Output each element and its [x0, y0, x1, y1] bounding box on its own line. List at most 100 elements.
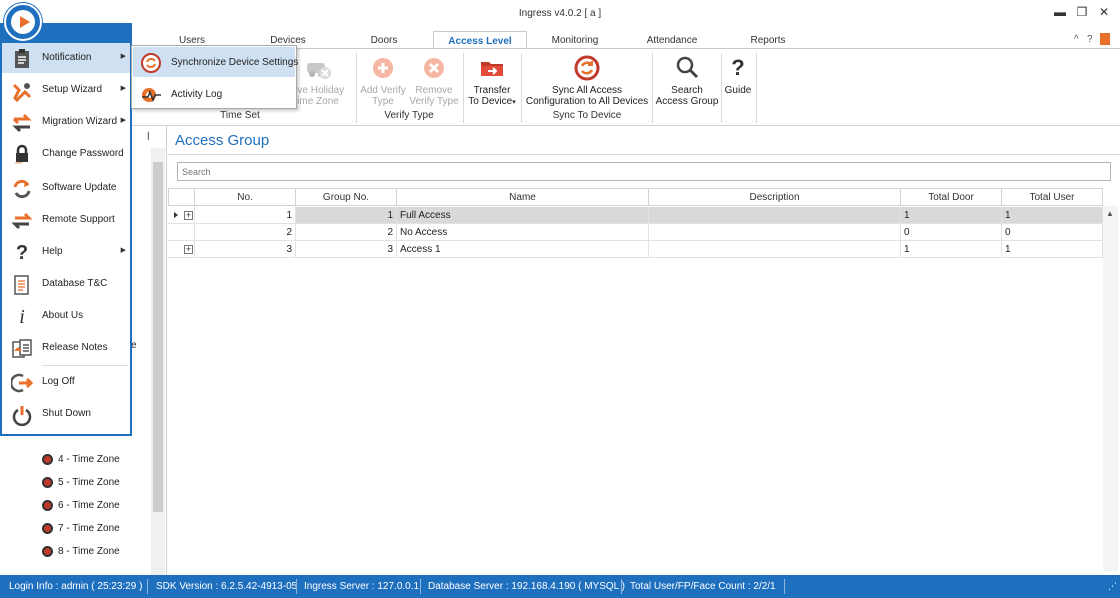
time-zone-item[interactable]: 5 - Time Zone: [42, 475, 120, 491]
time-zone-item[interactable]: 8 - Time Zone: [42, 544, 120, 560]
time-zone-label: 7 - Time Zone: [58, 523, 120, 534]
menu-item-notification[interactable]: Notification ▶: [2, 43, 130, 73]
cell-group-no: 3: [296, 241, 397, 258]
menu-item-remote-support[interactable]: Remote Support: [2, 205, 130, 235]
sync-icon: [140, 52, 162, 74]
menu-item-shut-down[interactable]: Shut Down: [2, 399, 130, 429]
tab-attendance[interactable]: Attendance: [632, 31, 712, 49]
table-row[interactable]: 2 2 No Access 0 0: [168, 224, 1103, 241]
row-header[interactable]: +: [168, 207, 195, 224]
cell-group-no: 2: [296, 224, 397, 241]
status-separator: [296, 579, 297, 594]
expand-icon[interactable]: +: [184, 245, 193, 254]
submenu-arrow-icon: ▶: [120, 247, 126, 254]
cell-no: 3: [195, 241, 296, 258]
menu-item-software-update[interactable]: Software Update: [2, 173, 130, 203]
svg-text:***: ***: [15, 162, 23, 166]
logoff-icon: [9, 372, 34, 394]
clock-icon: [42, 499, 53, 511]
question-mark-icon: ?: [731, 55, 745, 80]
sdk-version: SDK Version : 6.2.5.42-4913-05: [156, 581, 298, 592]
sync-icon: [573, 54, 601, 82]
current-row-indicator-icon: [174, 212, 178, 218]
table-row[interactable]: + 3 3 Access 1 1 1: [168, 241, 1103, 258]
group-separator: [521, 53, 522, 123]
submenu-item-synchronize-device-settings[interactable]: Synchronize Device Settings: [133, 47, 298, 77]
clipboard-icon: [11, 48, 33, 70]
submenu-arrow-icon: ▶: [120, 117, 126, 124]
menu-item-about-us[interactable]: i About Us: [2, 301, 130, 331]
office-icon[interactable]: [1100, 33, 1110, 45]
collapse-ribbon-icon[interactable]: ^: [1074, 34, 1079, 45]
time-zone-item[interactable]: 6 - Time Zone: [42, 498, 120, 514]
restore-button[interactable]: ❐: [1072, 3, 1092, 21]
notification-submenu: Synchronize Device Settings Activity Log: [131, 45, 298, 109]
remove-verify-label-1: Remove: [415, 85, 453, 96]
row-header[interactable]: +: [168, 241, 195, 258]
tab-monitoring[interactable]: Monitoring: [535, 31, 615, 49]
cell-description: [649, 207, 901, 224]
search-label-2: Access Group: [655, 96, 719, 107]
menu-item-release-notes[interactable]: Release Notes: [2, 333, 130, 363]
scroll-up-icon[interactable]: ▲: [1106, 209, 1114, 218]
time-zone-label: 8 - Time Zone: [58, 546, 120, 557]
column-header-total-user[interactable]: Total User: [1002, 188, 1103, 206]
left-panel-scrollbar[interactable]: [151, 148, 165, 575]
add-verify-type-button[interactable]: Add Verify Type: [358, 49, 408, 107]
search-access-group-button[interactable]: Search Access Group: [654, 49, 720, 107]
sync-all-access-button[interactable]: Sync All Access Configuration to All Dev…: [523, 49, 651, 107]
close-button[interactable]: ✕: [1094, 3, 1114, 21]
tab-reports[interactable]: Reports: [735, 31, 801, 49]
transfer-to-device-button[interactable]: Transfer To Device▾: [465, 49, 519, 108]
left-panel-scroll-thumb[interactable]: [153, 162, 163, 512]
time-zone-item[interactable]: 7 - Time Zone: [42, 521, 120, 537]
cell-name: No Access: [397, 224, 649, 241]
menu-item-log-off[interactable]: Log Off: [2, 367, 130, 397]
remove-verify-type-button[interactable]: Remove Verify Type: [408, 49, 460, 107]
table-scrollbar[interactable]: ▲: [1103, 206, 1118, 571]
menu-item-change-password[interactable]: *** Change Password: [2, 139, 130, 169]
table-row[interactable]: + 1 1 Full Access 1 1: [168, 207, 1103, 224]
column-header-total-door[interactable]: Total Door: [901, 188, 1002, 206]
menu-item-help[interactable]: ? Help ▶: [2, 237, 130, 267]
guide-button[interactable]: ? Guide: [722, 49, 754, 96]
pin-icon[interactable]: ꟾ: [147, 132, 150, 143]
minimize-button[interactable]: ▬: [1050, 3, 1070, 21]
resize-grip-icon[interactable]: ⋰: [1108, 581, 1117, 592]
menu-item-migration-wizard[interactable]: Migration Wizard ▶: [2, 107, 130, 137]
menu-divider: [42, 365, 128, 366]
column-header-name[interactable]: Name: [397, 188, 649, 206]
row-header[interactable]: [168, 224, 195, 241]
notes-icon: [11, 338, 33, 360]
status-bar: Login Info : admin ( 25:23:29 ) SDK Vers…: [0, 575, 1120, 598]
menu-item-database-tc[interactable]: Database T&C: [2, 269, 130, 299]
menu-item-setup-wizard[interactable]: Setup Wizard ▶: [2, 75, 130, 105]
window-title: Ingress v4.0.2 [ a ]: [518, 8, 602, 19]
cell-total-user: 0: [1002, 224, 1103, 241]
submenu-item-activity-log[interactable]: Activity Log: [133, 79, 295, 109]
search-input[interactable]: [177, 162, 1111, 181]
tab-doors[interactable]: Doors: [354, 31, 414, 49]
column-header-group-no[interactable]: Group No.: [296, 188, 397, 206]
transfer-label-2: To Device▾: [465, 96, 519, 108]
column-header-no[interactable]: No.: [195, 188, 296, 206]
dropdown-caret-icon: ▾: [512, 99, 516, 106]
submenu-arrow-icon: ▶: [120, 85, 126, 92]
application-menu-button[interactable]: [4, 3, 42, 41]
menu-label: Migration Wizard: [42, 116, 118, 127]
add-verify-label-2: Type: [372, 96, 394, 107]
ribbon-help-icon[interactable]: ?: [1087, 34, 1093, 45]
remove-circle-icon: [420, 54, 448, 82]
menu-label: Software Update: [42, 182, 117, 193]
access-group-panel: Access Group No. Group No. Name Descript…: [168, 127, 1120, 575]
cell-total-user: 1: [1002, 241, 1103, 258]
time-zone-item[interactable]: 4 - Time Zone: [42, 452, 120, 468]
group-verify-type-label: Verify Type: [384, 110, 434, 121]
expand-icon[interactable]: +: [184, 211, 193, 220]
column-header-description[interactable]: Description: [649, 188, 901, 206]
clock-icon: [42, 522, 53, 534]
menu-label: Setup Wizard: [42, 84, 103, 95]
tab-access-level[interactable]: Access Level: [433, 31, 527, 49]
cell-no: 1: [195, 207, 296, 224]
status-separator: [147, 579, 148, 594]
